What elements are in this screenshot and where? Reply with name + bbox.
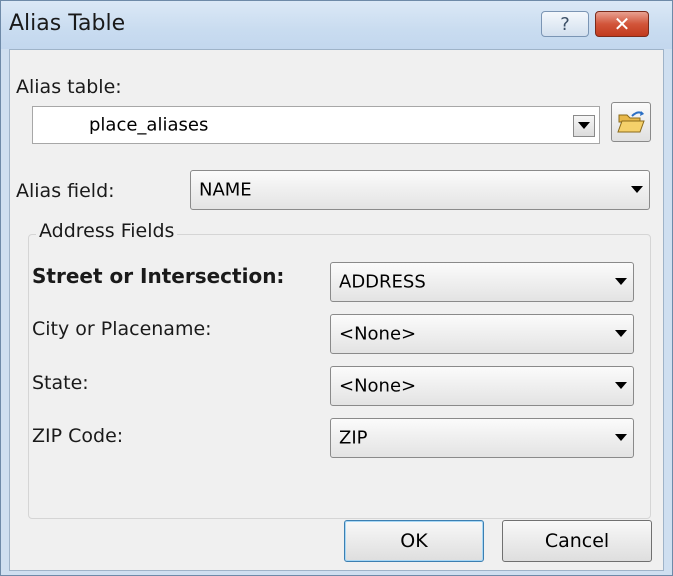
ok-button[interactable]: OK <box>344 520 484 562</box>
help-icon: ? <box>560 13 570 35</box>
dropdown-arrow-icon <box>631 186 643 193</box>
street-select[interactable]: ADDRESS <box>330 262 634 302</box>
browse-folder-button[interactable] <box>611 102 651 142</box>
dropdown-arrow-icon <box>615 382 627 389</box>
zip-value: ZIP <box>339 427 368 449</box>
alias-table-value: place_aliases <box>89 114 209 136</box>
state-label: State: <box>32 372 89 394</box>
city-value: <None> <box>339 323 417 345</box>
alias-table-dropdown-button[interactable] <box>573 115 595 137</box>
street-value: ADDRESS <box>339 271 426 293</box>
alias-table-dialog: Alias Table ? ✕ Alias table: place_alias… <box>0 0 673 576</box>
help-button[interactable]: ? <box>541 11 589 37</box>
alias-field-label: Alias field: <box>16 180 115 202</box>
city-select[interactable]: <None> <box>330 314 634 354</box>
dropdown-arrow-icon <box>615 434 627 441</box>
zip-label: ZIP Code: <box>32 425 124 447</box>
address-fields-title: Address Fields <box>36 220 178 242</box>
dropdown-arrow-icon <box>578 122 590 129</box>
state-value: <None> <box>339 375 417 397</box>
dialog-title: Alias Table <box>9 11 126 36</box>
zip-select[interactable]: ZIP <box>330 418 634 458</box>
open-folder-icon <box>617 111 645 133</box>
city-label: City or Placename: <box>32 318 212 340</box>
state-select[interactable]: <None> <box>330 366 634 406</box>
alias-table-label: Alias table: <box>16 76 122 98</box>
alias-table-combo[interactable]: place_aliases <box>32 106 600 144</box>
alias-field-value: NAME <box>199 179 252 201</box>
dialog-body: Alias table: place_aliases Alias field: … <box>9 49 664 571</box>
dropdown-arrow-icon <box>615 330 627 337</box>
close-button[interactable]: ✕ <box>595 11 649 37</box>
title-bar: Alias Table ? ✕ <box>1 1 672 49</box>
close-icon: ✕ <box>613 12 631 36</box>
dropdown-arrow-icon <box>615 278 627 285</box>
alias-field-select[interactable]: NAME <box>190 170 650 210</box>
cancel-button[interactable]: Cancel <box>502 520 652 562</box>
street-label: Street or Intersection: <box>32 264 285 288</box>
